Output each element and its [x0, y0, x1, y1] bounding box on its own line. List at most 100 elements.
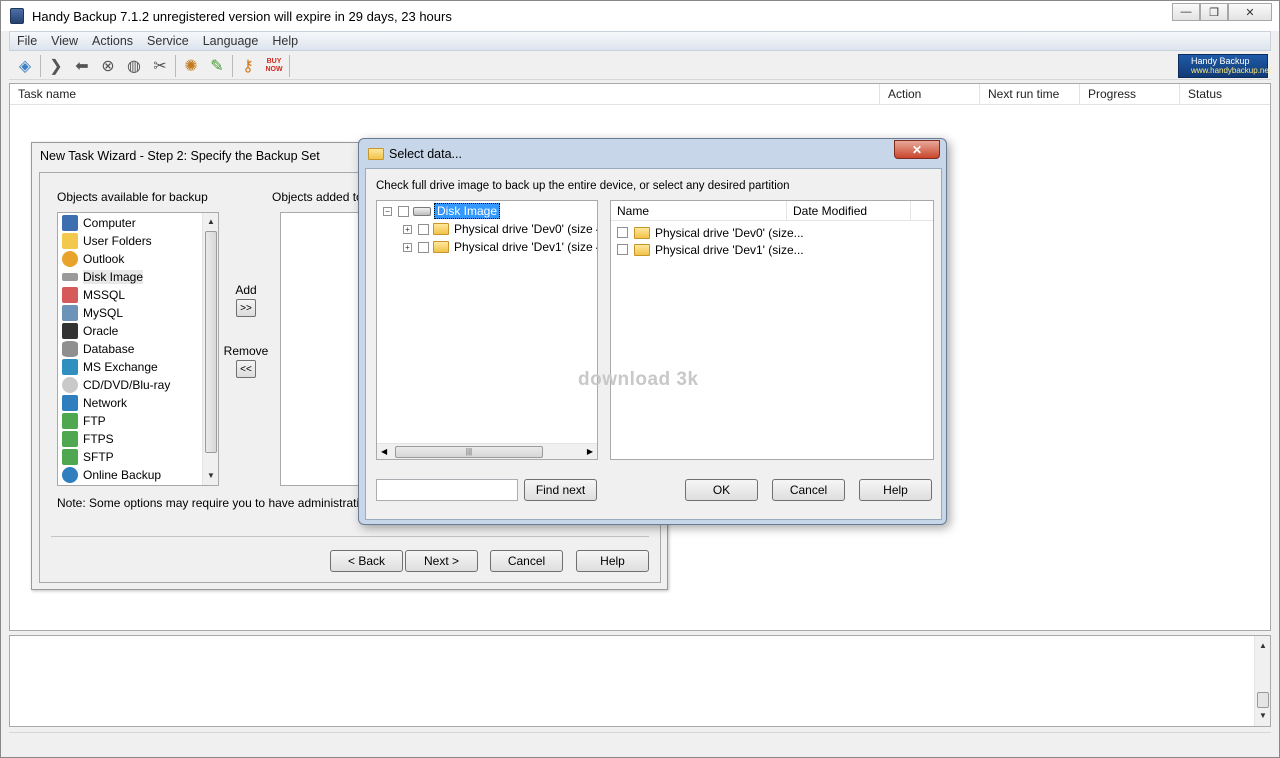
buy-now-icon[interactable]: BUY NOW [261, 54, 287, 78]
dialog-close-button[interactable]: ✕ [894, 140, 940, 159]
mysql-icon [62, 305, 78, 321]
properties-icon[interactable]: ◍ [121, 54, 147, 78]
maximize-button[interactable]: ❐ [1200, 3, 1228, 21]
object-network[interactable]: Network [62, 394, 127, 412]
restore-icon[interactable]: ✎ [204, 54, 230, 78]
disk-drive-icon [62, 273, 78, 281]
settings-gear-icon[interactable]: ✺ [178, 54, 204, 78]
object-ftp[interactable]: FTP [62, 412, 106, 430]
list-item[interactable]: Physical drive 'Dev0' (size... [617, 224, 804, 241]
ok-button[interactable]: OK [685, 479, 758, 501]
app-icon [10, 8, 24, 24]
brand-url: www.handybackup.net [1191, 66, 1272, 75]
objects-scrollbar[interactable]: ▲ ▼ [202, 213, 218, 485]
expand-icon[interactable]: + [403, 224, 412, 234]
drive-tree[interactable]: − Disk Image + Physical drive 'Dev0' (si… [376, 200, 598, 460]
folder-icon [634, 226, 650, 239]
expand-icon[interactable]: + [403, 242, 412, 252]
folder-icon [368, 148, 384, 160]
globe-icon [62, 467, 78, 483]
object-online-backup[interactable]: Online Backup [62, 466, 161, 484]
register-key-icon[interactable]: ⚷ [235, 54, 261, 78]
list-dev0-checkbox[interactable] [617, 227, 628, 238]
find-next-button[interactable]: Find next [524, 479, 597, 501]
list-item[interactable]: Physical drive 'Dev1' (size... [617, 241, 804, 258]
column-name[interactable]: Name [611, 201, 787, 221]
next-button[interactable]: Next > [405, 550, 478, 572]
object-ftps[interactable]: FTPS [62, 430, 114, 448]
log-scroll-thumb[interactable] [1257, 692, 1269, 708]
tools-icon[interactable]: ✂ [147, 54, 173, 78]
column-action[interactable]: Action [879, 84, 921, 105]
column-next-run-time[interactable]: Next run time [979, 84, 1059, 105]
object-ms-exchange[interactable]: MS Exchange [62, 358, 158, 376]
select-data-title-bar[interactable]: Select data... [368, 147, 462, 161]
partition-list[interactable]: Name Date Modified Physical drive 'Dev0'… [610, 200, 934, 460]
scroll-up-icon[interactable]: ▲ [1255, 638, 1271, 654]
menu-service[interactable]: Service [140, 34, 196, 48]
stop-icon[interactable]: ⊗ [95, 54, 121, 78]
object-mysql[interactable]: MySQL [62, 304, 123, 322]
menu-help[interactable]: Help [265, 34, 305, 48]
column-progress[interactable]: Progress [1079, 84, 1136, 105]
object-mssql[interactable]: MSSQL [62, 286, 125, 304]
find-input[interactable] [376, 479, 518, 501]
list-dev0-label: Physical drive 'Dev0' (size... [655, 225, 804, 240]
disk-image-checkbox[interactable] [398, 205, 409, 217]
object-outlook[interactable]: Outlook [62, 250, 124, 268]
brand-title: Handy Backup [1191, 56, 1250, 66]
handy-backup-logo[interactable]: Handy Backup www.handybackup.net [1178, 54, 1272, 78]
objects-scroll-thumb[interactable] [205, 231, 217, 453]
scroll-left-icon[interactable]: ◀ [381, 444, 387, 459]
object-sftp[interactable]: SFTP [62, 448, 114, 466]
collapse-icon[interactable]: − [383, 206, 392, 216]
scroll-right-icon[interactable]: ▶ [587, 444, 593, 459]
back-button[interactable]: < Back [330, 550, 403, 572]
scroll-up-icon[interactable]: ▲ [203, 214, 219, 230]
dev1-label: Physical drive 'Dev1' (size 4 [454, 240, 598, 254]
add-button[interactable]: >> [236, 299, 256, 317]
toolbar-separator [175, 54, 176, 77]
available-objects-list[interactable]: Computer User Folders Outlook Disk Image… [57, 212, 219, 486]
dev0-checkbox[interactable] [418, 223, 429, 235]
log-scrollbar[interactable]: ▲ ▼ [1254, 636, 1270, 726]
object-oracle[interactable]: Oracle [62, 322, 118, 340]
object-database[interactable]: Database [62, 340, 134, 358]
log-panel[interactable]: ▲ ▼ [9, 635, 1271, 727]
scroll-down-icon[interactable]: ▼ [1255, 708, 1271, 724]
tree-node-disk-image[interactable]: − Disk Image [383, 202, 501, 220]
database-icon [62, 341, 78, 357]
tree-horizontal-scrollbar[interactable]: ◀ ||| ▶ [377, 443, 597, 459]
select-data-client: Check full drive image to back up the en… [365, 168, 942, 520]
menu-file[interactable]: File [10, 34, 44, 48]
watermark: download 3k [578, 369, 699, 390]
remove-button[interactable]: << [236, 360, 256, 378]
object-computer[interactable]: Computer [62, 214, 136, 232]
wizard-icon[interactable]: ❯ [43, 54, 69, 78]
object-user-folders[interactable]: User Folders [62, 232, 152, 250]
wizard-cancel-button[interactable]: Cancel [490, 550, 563, 572]
new-task-icon[interactable]: ◈ [12, 54, 38, 78]
scroll-down-icon[interactable]: ▼ [203, 468, 219, 484]
column-task-name[interactable]: Task name [10, 84, 76, 105]
tree-node-dev0[interactable]: + Physical drive 'Dev0' (size 4 [403, 220, 597, 238]
object-cd-dvd-bluray[interactable]: CD/DVD/Blu-ray [62, 376, 170, 394]
dialog-help-button[interactable]: Help [859, 479, 932, 501]
column-date-modified[interactable]: Date Modified [787, 201, 911, 221]
object-disk-image[interactable]: Disk Image [62, 268, 144, 286]
tree-scroll-thumb[interactable]: ||| [395, 446, 543, 458]
tree-node-dev1[interactable]: + Physical drive 'Dev1' (size 4 [403, 238, 598, 256]
column-status[interactable]: Status [1179, 84, 1222, 105]
list-dev1-checkbox[interactable] [617, 244, 628, 255]
minimize-button[interactable]: — [1172, 3, 1200, 21]
close-button[interactable]: ✕ [1228, 3, 1272, 21]
wizard-help-button[interactable]: Help [576, 550, 649, 572]
back-arrow-icon[interactable]: ⬅ [69, 54, 95, 78]
title-bar[interactable]: Handy Backup 7.1.2 unregistered version … [1, 1, 1279, 31]
dev1-checkbox[interactable] [418, 241, 429, 253]
menu-view[interactable]: View [44, 34, 85, 48]
outlook-icon [62, 251, 78, 267]
menu-language[interactable]: Language [196, 34, 266, 48]
menu-actions[interactable]: Actions [85, 34, 140, 48]
dialog-cancel-button[interactable]: Cancel [772, 479, 845, 501]
